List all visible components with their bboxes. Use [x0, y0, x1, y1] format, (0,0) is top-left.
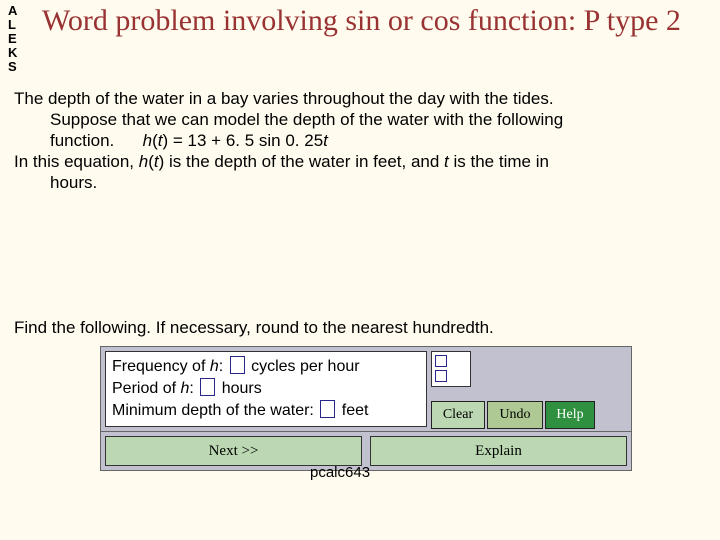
undo-button[interactable]: Undo — [487, 401, 543, 429]
brand-aleks: A L E K S — [8, 4, 17, 74]
tool-palette — [431, 351, 471, 387]
answer-box: Frequency of h: cycles per hour Period o… — [105, 351, 427, 427]
answer-panel: Frequency of h: cycles per hour Period o… — [100, 346, 632, 471]
clear-button[interactable]: Clear — [431, 401, 485, 429]
problem-text: The depth of the water in a bay varies t… — [14, 88, 710, 193]
instruction-text: Find the following. If necessary, round … — [14, 318, 494, 338]
frequency-input[interactable] — [230, 356, 245, 374]
tool-icon[interactable] — [435, 370, 447, 382]
next-button[interactable]: Next >> — [105, 436, 362, 466]
minimum-input[interactable] — [320, 400, 335, 418]
period-input[interactable] — [200, 378, 215, 396]
explain-button[interactable]: Explain — [370, 436, 627, 466]
page-title: Word problem involving sin or cos functi… — [42, 4, 712, 38]
tool-icon[interactable] — [435, 355, 447, 367]
footer-id: pcalc643 — [310, 464, 370, 481]
help-button[interactable]: Help — [545, 401, 595, 429]
